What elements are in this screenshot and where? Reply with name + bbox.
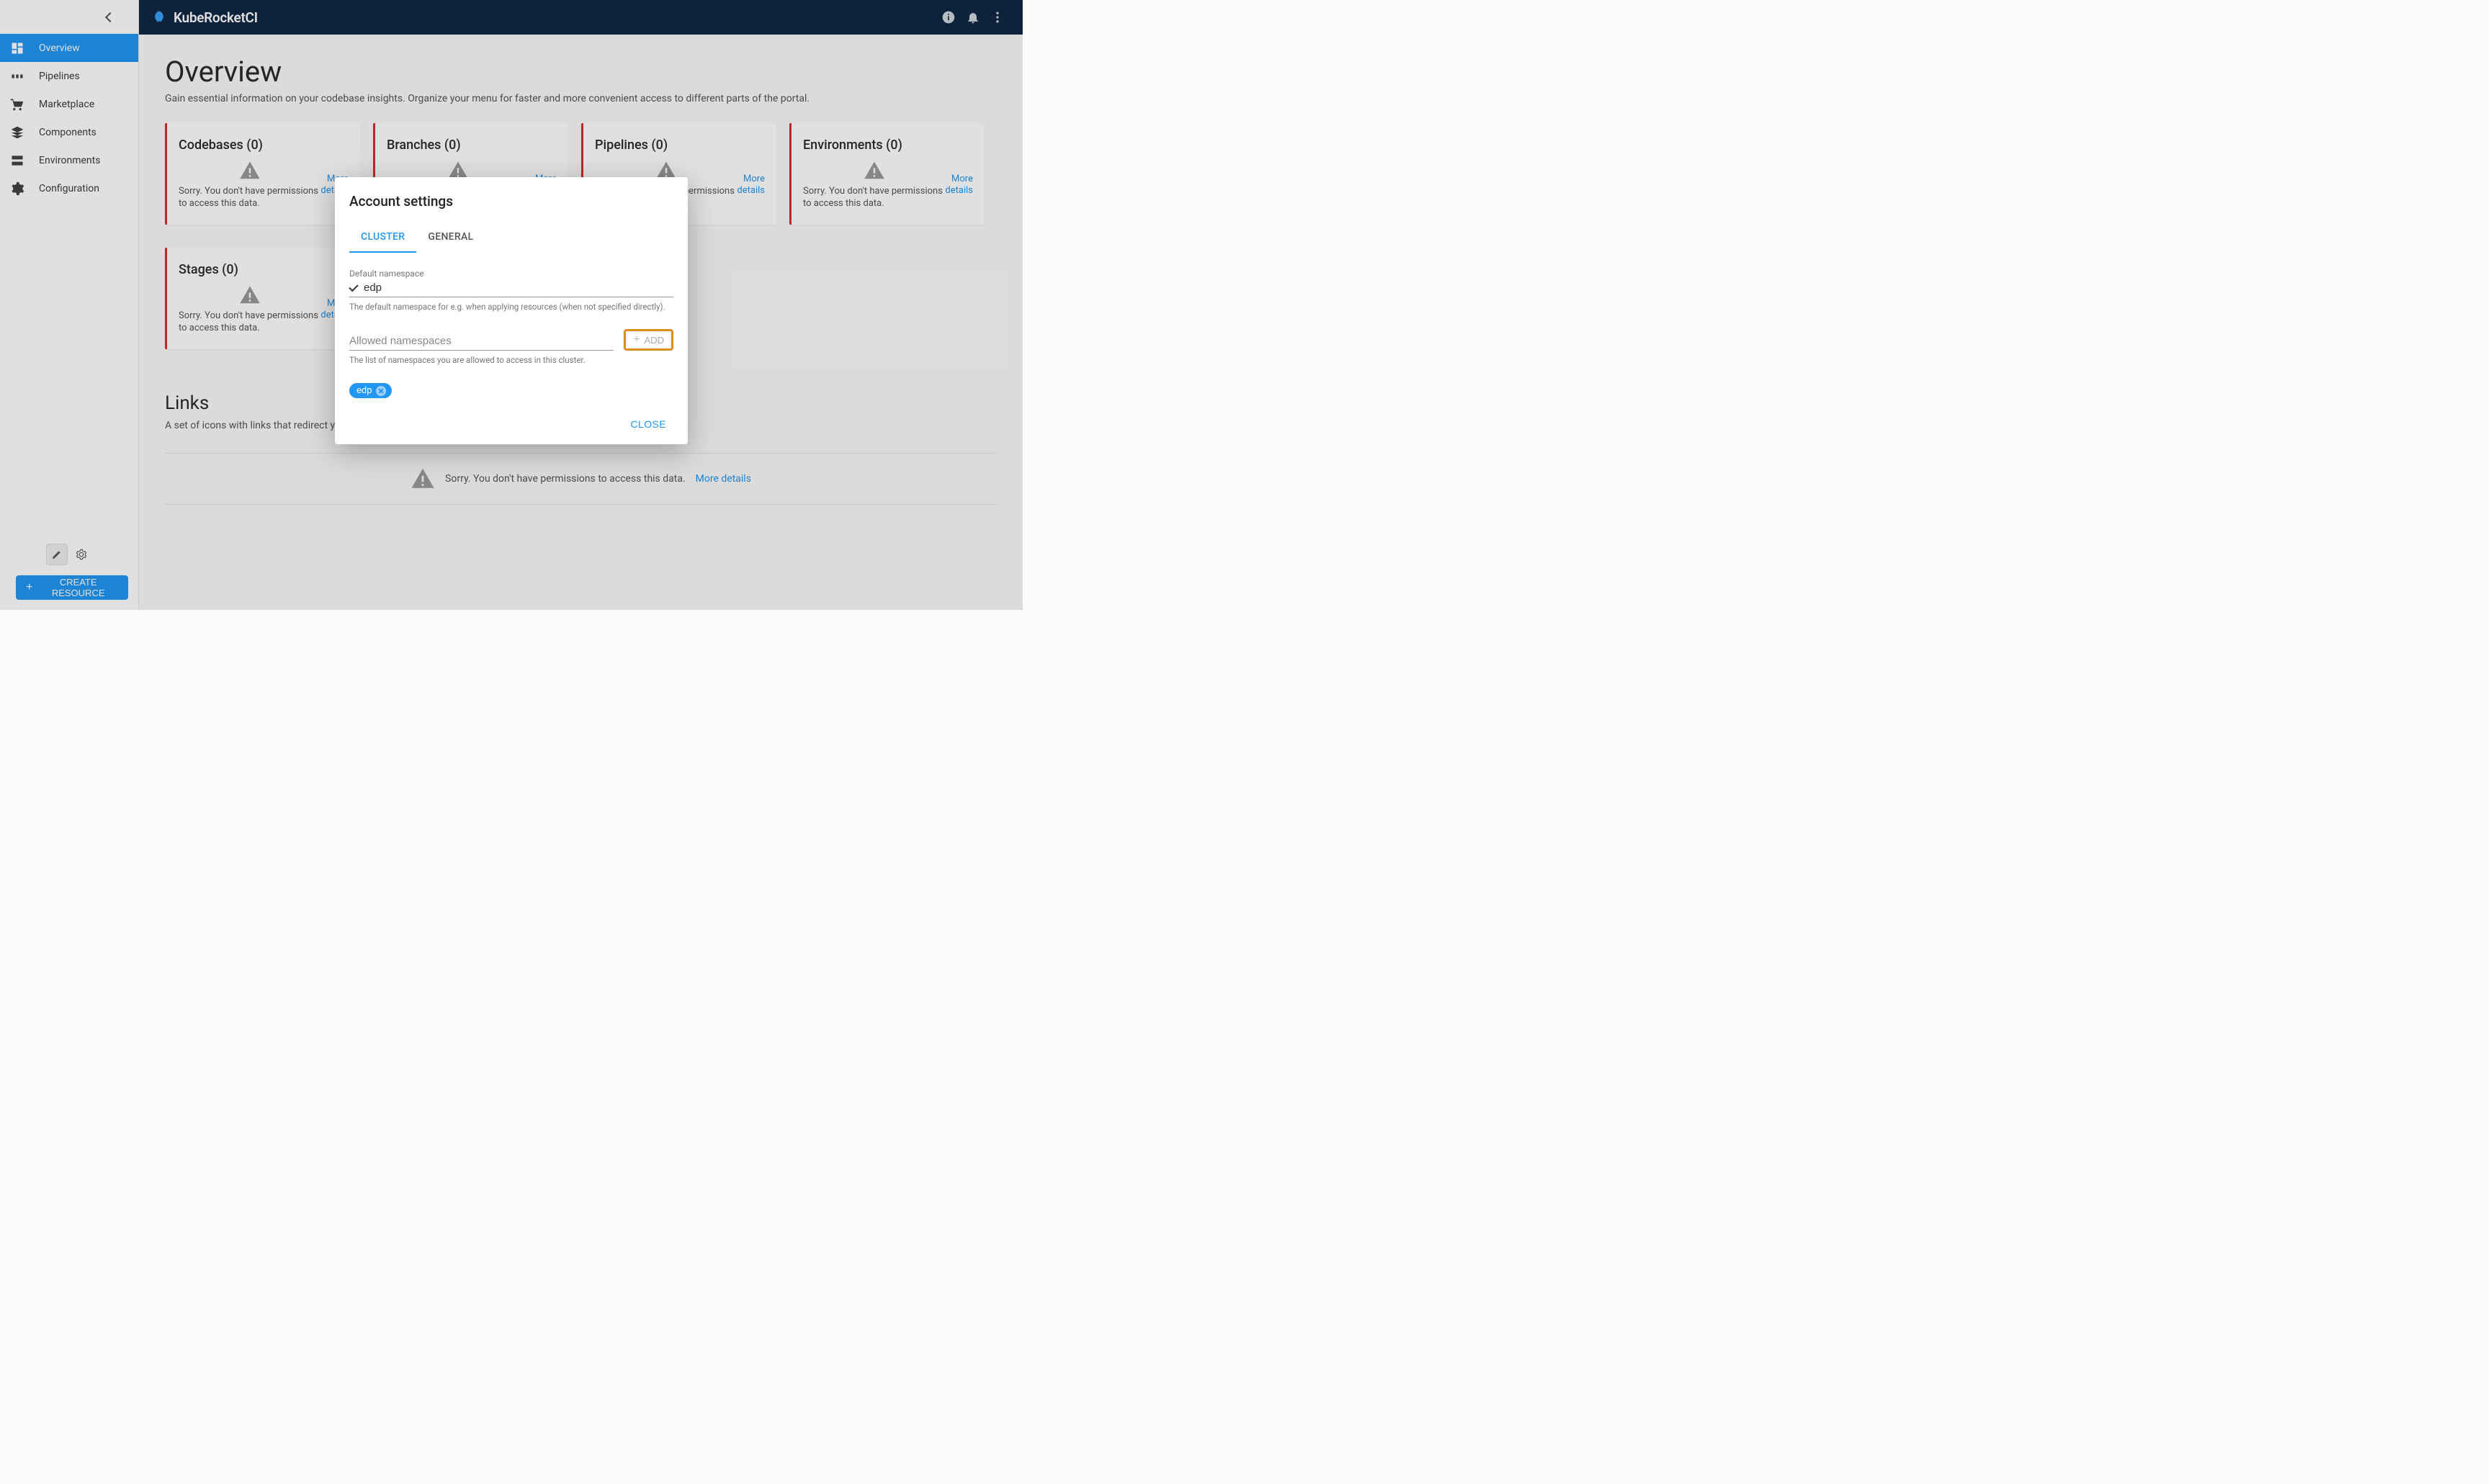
add-namespace-button[interactable]: + ADD [624,329,673,351]
tab-cluster[interactable]: CLUSTER [349,224,416,253]
allowed-namespaces-help: The list of namespaces you are allowed t… [349,355,673,365]
check-icon [349,283,359,293]
allowed-namespaces-field [349,333,614,351]
chip-remove-icon[interactable] [376,386,386,396]
namespace-chip[interactable]: edp [349,383,392,398]
default-namespace-label: Default namespace [349,269,673,279]
dialog-close-button[interactable]: CLOSE [624,413,673,436]
allowed-namespaces-input[interactable] [349,335,614,350]
default-namespace-input[interactable] [364,280,673,295]
tab-general[interactable]: GENERAL [416,224,485,253]
dialog-title: Account settings [349,193,673,210]
default-namespace-field: Default namespace The default namespace … [349,269,673,312]
dialog-tabs: CLUSTER GENERAL [349,224,673,253]
add-button-label: ADD [645,335,664,346]
chip-label: edp [356,385,372,396]
plus-icon: + [633,334,640,346]
modal-overlay[interactable]: Account settings CLUSTER GENERAL Default… [0,0,1023,610]
account-settings-dialog: Account settings CLUSTER GENERAL Default… [335,177,688,444]
default-namespace-help: The default namespace for e.g. when appl… [349,302,673,312]
